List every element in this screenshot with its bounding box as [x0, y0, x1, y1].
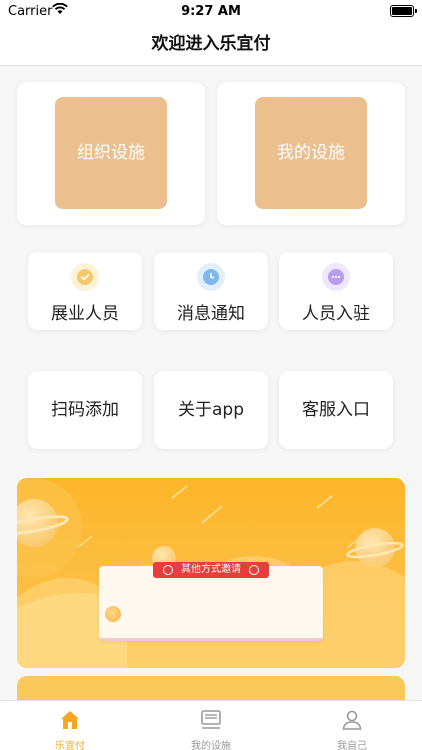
- tab-home-label: 乐宜付: [55, 741, 85, 750]
- chat-dots-icon: [322, 263, 350, 291]
- notification-button[interactable]: 消息通知: [154, 252, 268, 330]
- invite-card-blob: [105, 606, 121, 622]
- clock-icon: [197, 263, 225, 291]
- org-facility-card[interactable]: 组织设施: [17, 82, 205, 225]
- tab-my-facility-label: 我的设施: [191, 741, 231, 750]
- tab-me-label: 我自己: [337, 741, 367, 750]
- tab-my-facility[interactable]: 我的设施: [141, 701, 281, 750]
- customer-service-label: 客服入口: [302, 400, 370, 420]
- sales-staff-button[interactable]: 展业人员: [28, 252, 142, 330]
- notification-label: 消息通知: [177, 304, 245, 324]
- staff-onboard-label: 人员入驻: [302, 304, 370, 324]
- invite-ribbon[interactable]: 其他方式邀请: [153, 562, 269, 578]
- clock-time: 9:27 AM: [181, 4, 241, 19]
- person-icon: [342, 710, 362, 730]
- staff-onboard-button[interactable]: 人员入驻: [279, 252, 393, 330]
- org-facility-label: 组织设施: [55, 97, 167, 209]
- scan-add-button[interactable]: 扫码添加: [28, 371, 142, 449]
- battery-icon: [390, 5, 417, 17]
- tab-home[interactable]: 乐宜付: [0, 701, 140, 750]
- invite-banner[interactable]: 其他方式邀请: [17, 478, 405, 668]
- page-title: 欢迎进入乐宜付: [0, 22, 422, 66]
- sales-staff-label: 展业人员: [51, 304, 119, 324]
- my-facility-label: 我的设施: [255, 97, 367, 209]
- tab-me[interactable]: 我自己: [282, 701, 422, 750]
- second-banner[interactable]: [17, 676, 405, 700]
- home-icon: [61, 711, 79, 729]
- tab-bar: 乐宜付 我的设施 我自己: [0, 700, 422, 750]
- my-facility-card[interactable]: 我的设施: [217, 82, 405, 225]
- customer-service-button[interactable]: 客服入口: [279, 371, 393, 449]
- about-app-label: 关于app: [178, 400, 244, 420]
- status-bar: Carrier 9:27 AM: [0, 0, 422, 22]
- ribbon-right-icon: [249, 565, 259, 575]
- device-icon: [201, 710, 221, 729]
- scan-add-label: 扫码添加: [51, 400, 119, 420]
- about-app-button[interactable]: 关于app: [154, 371, 268, 449]
- check-badge-icon: [71, 263, 99, 291]
